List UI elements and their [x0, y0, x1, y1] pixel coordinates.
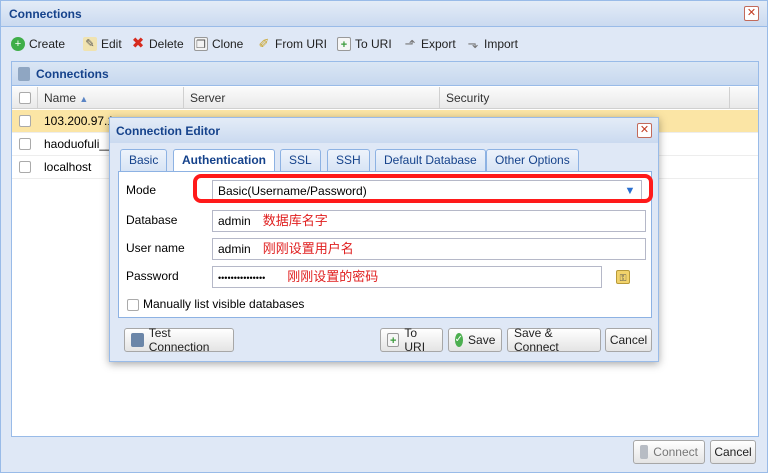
tab-default-database[interactable]: Default Database — [375, 149, 486, 171]
import-label: Import — [484, 37, 519, 51]
save-connect-label: Save & Connect — [514, 326, 559, 354]
annotation-highlight-box — [193, 174, 653, 203]
name-header-label: Name — [44, 91, 77, 105]
tab-other-options[interactable]: Other Options — [486, 149, 579, 171]
server-header-label: Server — [190, 91, 226, 105]
check-icon: ✓ — [454, 333, 464, 347]
export-icon: ⬏ — [404, 36, 416, 51]
tab-authentication[interactable]: Authentication — [173, 149, 275, 172]
editor-cancel-label: Cancel — [609, 333, 648, 347]
panel-title: Connections — [36, 66, 109, 81]
connect-button[interactable]: Connect — [633, 440, 705, 464]
authentication-panel: Mode Basic(Username/Password) ▼ Database… — [118, 171, 653, 318]
export-label: Export — [421, 37, 456, 51]
from-uri-label: From URI — [275, 37, 327, 51]
password-value: ••••••••••••••• — [218, 273, 266, 283]
import-button[interactable]: ⬎ Import — [466, 35, 518, 53]
toolbar: + Create ✎ Edit ✖ Delete ❐ Clone ✐ From … — [11, 31, 757, 57]
import-icon: ⬎ — [467, 36, 479, 51]
editor-cancel-button[interactable]: Cancel — [605, 328, 652, 352]
database-label: Database — [126, 213, 178, 227]
password-annotation: 刚刚设置的密码 — [287, 269, 379, 284]
panel-header: Connections — [12, 62, 758, 86]
test-connection-button[interactable]: Test Connection — [124, 326, 234, 354]
clone-label: Clone — [212, 37, 244, 51]
tab-ssl[interactable]: SSL — [280, 149, 321, 171]
test-connection-icon — [131, 333, 144, 347]
dialog-close-icon[interactable]: ✕ — [637, 123, 652, 138]
username-value: admin — [218, 242, 251, 256]
username-annotation: 刚刚设置用户名 — [262, 241, 354, 256]
edit-button[interactable]: ✎ Edit — [83, 35, 122, 53]
save-label: Save — [468, 333, 496, 347]
database-field[interactable]: admin 数据库名字 — [212, 210, 646, 232]
select-all-header[interactable] — [12, 87, 38, 109]
key-icon[interactable]: ⚿ — [616, 270, 630, 284]
to-uri-icon: + — [337, 37, 351, 51]
delete-button[interactable]: ✖ Delete — [131, 35, 184, 53]
mode-label: Mode — [126, 183, 157, 197]
clone-button[interactable]: ❐ Clone — [194, 35, 243, 53]
edit-icon: ✎ — [83, 37, 97, 51]
create-button[interactable]: + Create — [11, 35, 65, 53]
security-header-label: Security — [446, 91, 490, 105]
database-icon — [18, 66, 30, 81]
from-uri-icon: ✐ — [258, 36, 270, 51]
database-annotation: 数据库名字 — [262, 213, 328, 228]
row-checkbox[interactable] — [19, 138, 31, 150]
row-checkbox[interactable] — [19, 115, 31, 127]
connect-icon — [640, 445, 649, 459]
create-label: Create — [29, 37, 66, 51]
dialog-title: Connection Editor — [116, 124, 220, 138]
select-all-checkbox[interactable] — [19, 92, 31, 104]
footer-cancel-button[interactable]: Cancel — [710, 440, 756, 464]
window-title-bar: Connections ✕ — [1, 1, 767, 27]
test-connection-label: Test Connection — [148, 326, 210, 354]
username-label: User name — [126, 241, 185, 255]
save-button[interactable]: ✓ Save — [448, 328, 502, 352]
edit-label: Edit — [101, 37, 122, 51]
clone-icon: ❐ — [194, 37, 208, 51]
connection-editor-dialog: Connection Editor ✕ Basic Authentication… — [109, 117, 659, 362]
export-button[interactable]: ⬏ Export — [403, 35, 456, 53]
password-field[interactable]: ••••••••••••••• 刚刚设置的密码 — [212, 266, 602, 288]
manual-list-checkbox[interactable] — [127, 299, 139, 311]
sort-asc-icon: ▲ — [79, 94, 89, 104]
to-uri-label: To URI — [355, 37, 392, 51]
server-column-header[interactable]: Server — [184, 87, 440, 109]
editor-to-uri-button[interactable]: + To URI — [380, 326, 443, 354]
dialog-title-bar: Connection Editor ✕ — [110, 118, 658, 143]
to-uri-button[interactable]: + To URI — [337, 35, 392, 53]
window-title: Connections — [9, 7, 82, 21]
save-connect-button[interactable]: Save & Connect — [507, 326, 601, 354]
delete-icon: ✖ — [131, 35, 145, 52]
footer-cancel-label: Cancel — [714, 445, 752, 459]
tab-basic[interactable]: Basic — [120, 149, 168, 171]
connect-label: Connect — [653, 445, 698, 459]
editor-to-uri-label: To URI — [404, 326, 426, 354]
to-uri-icon: + — [387, 333, 400, 347]
tab-ssh[interactable]: SSH — [327, 149, 370, 171]
from-uri-button[interactable]: ✐ From URI — [257, 35, 327, 53]
grid-header: Name ▲ Server Security — [12, 87, 758, 109]
username-field[interactable]: admin 刚刚设置用户名 — [212, 238, 646, 260]
window-close-icon[interactable]: ✕ — [744, 6, 759, 21]
security-column-header[interactable]: Security — [440, 87, 730, 109]
manual-list-label: Manually list visible databases — [143, 297, 305, 311]
password-label: Password — [126, 269, 179, 283]
name-column-header[interactable]: Name ▲ — [38, 87, 184, 109]
row-checkbox[interactable] — [19, 161, 31, 173]
delete-label: Delete — [149, 37, 184, 51]
editor-tabs: Basic Authentication SSL SSH Default Dat… — [118, 149, 652, 172]
add-icon: + — [11, 37, 25, 51]
database-value: admin — [218, 214, 251, 228]
